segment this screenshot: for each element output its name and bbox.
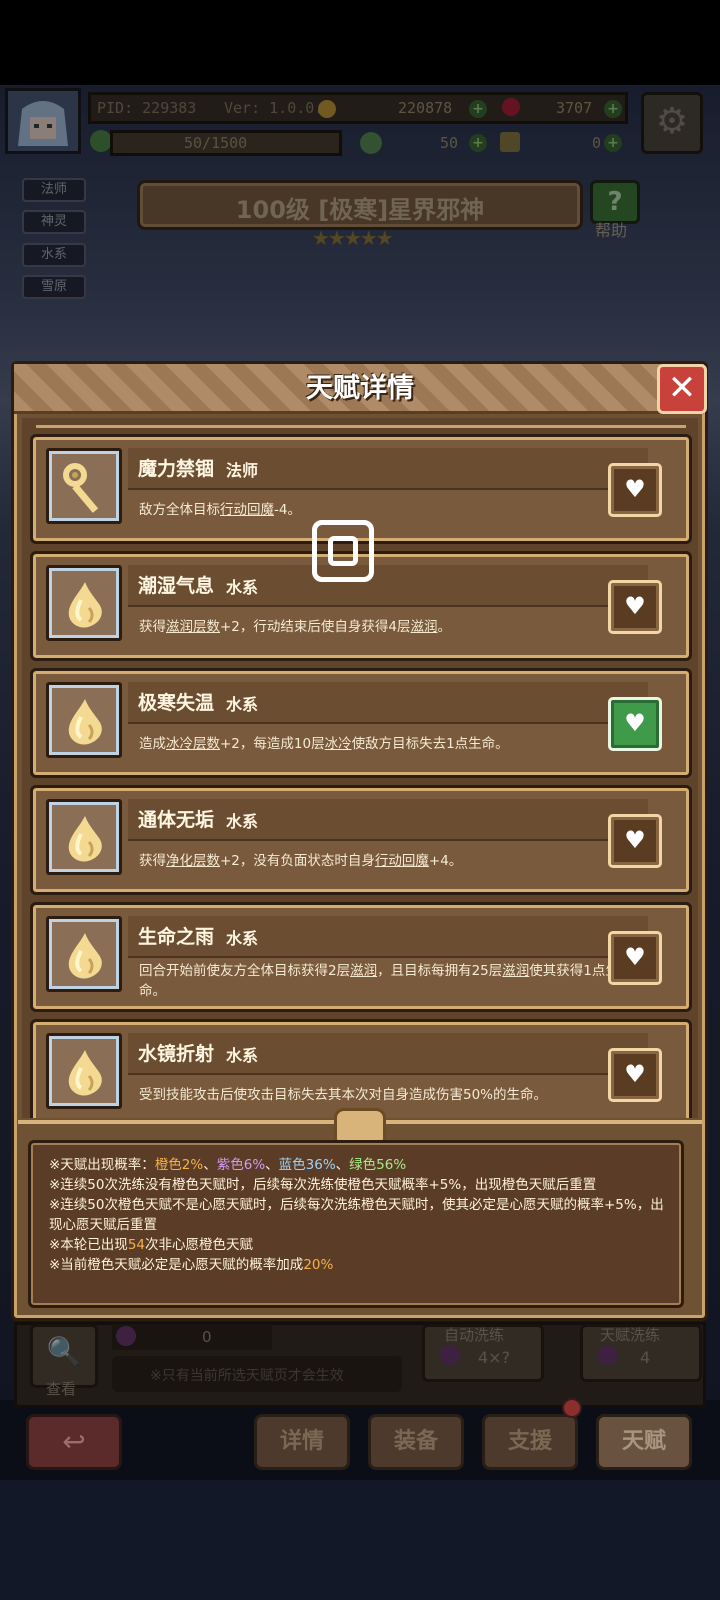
talent-name: 极寒失温: [138, 692, 215, 714]
info-line-pity-orange: ※连续50次洗练没有橙色天赋时，后续每次洗练使橙色天赋概率+5%，出现橙色天赋后…: [49, 1177, 597, 1193]
list-top-divider: [36, 418, 686, 428]
rate-purple: 紫色6%: [216, 1157, 266, 1173]
talent-name-strip: 生命之雨 水系: [128, 916, 648, 958]
description-text: 造成: [139, 736, 166, 752]
talent-category: 法师: [226, 461, 259, 480]
talent-category: 水系: [226, 929, 259, 948]
rate-separator: 、: [265, 1157, 279, 1173]
talent-description: 敌方全体目标行动回魔-4。: [139, 500, 639, 520]
rate-blue: 蓝色36%: [278, 1157, 336, 1173]
description-text: 敌方全体目标: [139, 502, 220, 518]
talent-card[interactable]: 生命之雨 水系 回合开始前使友方全体目标获得2层滋润，且目标每拥有25层滋润使其获得…: [30, 902, 692, 1012]
info-line-bonus: ※当前橙色天赋必定是心愿天赋的概率加成20%: [49, 1255, 675, 1275]
favorite-heart-icon[interactable]: ♥: [608, 580, 662, 634]
keyword-link[interactable]: 滋润: [502, 963, 529, 979]
talent-name-strip: 魔力禁锢 法师: [128, 448, 648, 490]
keyword-link[interactable]: 冰冷: [325, 736, 352, 752]
description-text: 获得: [139, 619, 166, 635]
description-text: ，且目标每拥有25层: [377, 963, 503, 979]
favorite-heart-icon[interactable]: ♥: [608, 697, 662, 751]
probability-info-box: ※天赋出现概率：橙色2%、紫色6%、蓝色36%、绿色56% ※连续50次洗练没有…: [28, 1140, 684, 1308]
keyword-link[interactable]: 行动回魔: [220, 502, 274, 518]
talent-description: 获得滋润层数+2，行动结束后使自身获得4层滋润。: [139, 617, 639, 637]
talent-card[interactable]: 极寒失温 水系 造成冰冷层数+2，每造成10层冰冷使敌方目标失去1点生命。 ♥: [30, 668, 692, 778]
talent-description: 获得净化层数+2，没有负面状态时自身行动回魔+4。: [139, 851, 639, 871]
staff-icon: [46, 448, 122, 524]
description-text: +2，没有负面状态时自身: [220, 853, 375, 869]
description-text: -4。: [274, 502, 301, 518]
nav-details-button[interactable]: 详情: [254, 1414, 350, 1470]
description-text: 回合开始前使友方全体目标获得2层: [139, 963, 351, 979]
nav-equip-button[interactable]: 装备: [368, 1414, 464, 1470]
modal-title: 天赋详情: [306, 373, 414, 404]
talent-description: 受到技能攻击后使攻击目标失去其本次对自身造成伤害50%的生命。: [139, 1085, 639, 1105]
support-notification-dot: [562, 1398, 582, 1418]
description-text: +2，每造成10层: [220, 736, 325, 752]
talent-name: 生命之雨: [138, 926, 215, 948]
favorite-heart-icon[interactable]: ♥: [608, 931, 662, 985]
favorite-heart-icon[interactable]: ♥: [608, 463, 662, 517]
screenshot-overlay-inner: [328, 536, 358, 566]
keyword-link[interactable]: 行动回魔: [375, 853, 429, 869]
bonus-value: 20%: [303, 1257, 334, 1273]
talent-category: 水系: [226, 812, 259, 831]
water-drop-icon: [46, 1033, 122, 1109]
screenshot-overlay-icon[interactable]: [312, 520, 374, 582]
description-text: 。: [437, 619, 452, 635]
keyword-link[interactable]: 滋润: [350, 963, 377, 979]
status-bar-area: [0, 0, 720, 85]
info-line-pity-wish: ※连续50次橙色天赋不是心愿天赋时，后续每次洗练橙色天赋时，使其必定是心愿天赋的…: [49, 1197, 664, 1233]
description-text: 受到技能攻击后使攻击目标失去其本次对自身造成伤害50%的生命。: [139, 1087, 548, 1103]
count-suffix: 次非心愿橙色天赋: [145, 1237, 253, 1253]
talent-name-strip: 水镜折射 水系: [128, 1033, 648, 1075]
keyword-link[interactable]: 滋润层数: [166, 619, 220, 635]
nav-support-button[interactable]: 支援: [482, 1414, 578, 1470]
talent-name-strip: 潮湿气息 水系: [128, 565, 648, 607]
rate-separator: 、: [203, 1157, 217, 1173]
back-arrow-icon[interactable]: ↩: [26, 1414, 122, 1470]
talent-category: 水系: [226, 695, 259, 714]
rate-separator: 、: [335, 1157, 350, 1173]
talent-name: 潮湿气息: [138, 575, 215, 597]
favorite-heart-icon[interactable]: ♥: [608, 1048, 662, 1102]
talent-card[interactable]: 水镜折射 水系受到技能攻击后使攻击目标失去其本次对自身造成伤害50%的生命。 ♥: [30, 1019, 692, 1118]
water-drop-icon: [46, 799, 122, 875]
talent-name: 水镜折射: [138, 1043, 215, 1065]
nav-talent-button[interactable]: 天赋: [596, 1414, 692, 1470]
talent-description: 造成冰冷层数+2，每造成10层冰冷使敌方目标失去1点生命。: [139, 734, 639, 754]
keyword-link[interactable]: 冰冷层数: [166, 736, 220, 752]
talent-description: 回合开始前使友方全体目标获得2层滋润，且目标每拥有25层滋润使其获得1点生命。: [139, 961, 639, 1001]
description-text: +2，行动结束后使自身获得4层: [220, 619, 411, 635]
talent-card[interactable]: 通体无垢 水系 获得净化层数+2，没有负面状态时自身行动回魔+4。 ♥: [30, 785, 692, 895]
water-drop-icon: [46, 682, 122, 758]
bonus-prefix: ※当前橙色天赋必定是心愿天赋的概率加成: [49, 1257, 304, 1273]
info-line-rates: ※天赋出现概率：橙色2%、紫色6%、蓝色36%、绿色56%: [49, 1155, 675, 1175]
talent-name: 通体无垢: [138, 809, 215, 831]
keyword-link[interactable]: 净化层数: [166, 853, 220, 869]
description-text: 使敌方目标失去1点生命。: [351, 736, 509, 752]
info-line-count: ※本轮已出现54次非心愿橙色天赋: [49, 1235, 675, 1255]
talent-name-strip: 通体无垢 水系: [128, 799, 648, 841]
talent-category: 水系: [226, 578, 259, 597]
favorite-heart-icon[interactable]: ♥: [608, 814, 662, 868]
water-drop-icon: [46, 916, 122, 992]
rate-orange: 橙色2%: [154, 1157, 204, 1173]
description-text: +4。: [428, 853, 463, 869]
close-button[interactable]: ✕: [657, 364, 707, 414]
talent-name-strip: 极寒失温 水系: [128, 682, 648, 724]
description-text: 获得: [139, 853, 166, 869]
rate-green: 绿色56%: [349, 1157, 407, 1173]
talent-category: 水系: [226, 1046, 259, 1065]
water-drop-icon: [46, 565, 122, 641]
keyword-link[interactable]: 滋润: [411, 619, 438, 635]
count-value: 54: [127, 1237, 145, 1253]
rates-prefix: ※天赋出现概率：: [49, 1157, 155, 1173]
talent-name: 魔力禁锢: [138, 458, 215, 480]
count-prefix: ※本轮已出现: [49, 1237, 128, 1253]
